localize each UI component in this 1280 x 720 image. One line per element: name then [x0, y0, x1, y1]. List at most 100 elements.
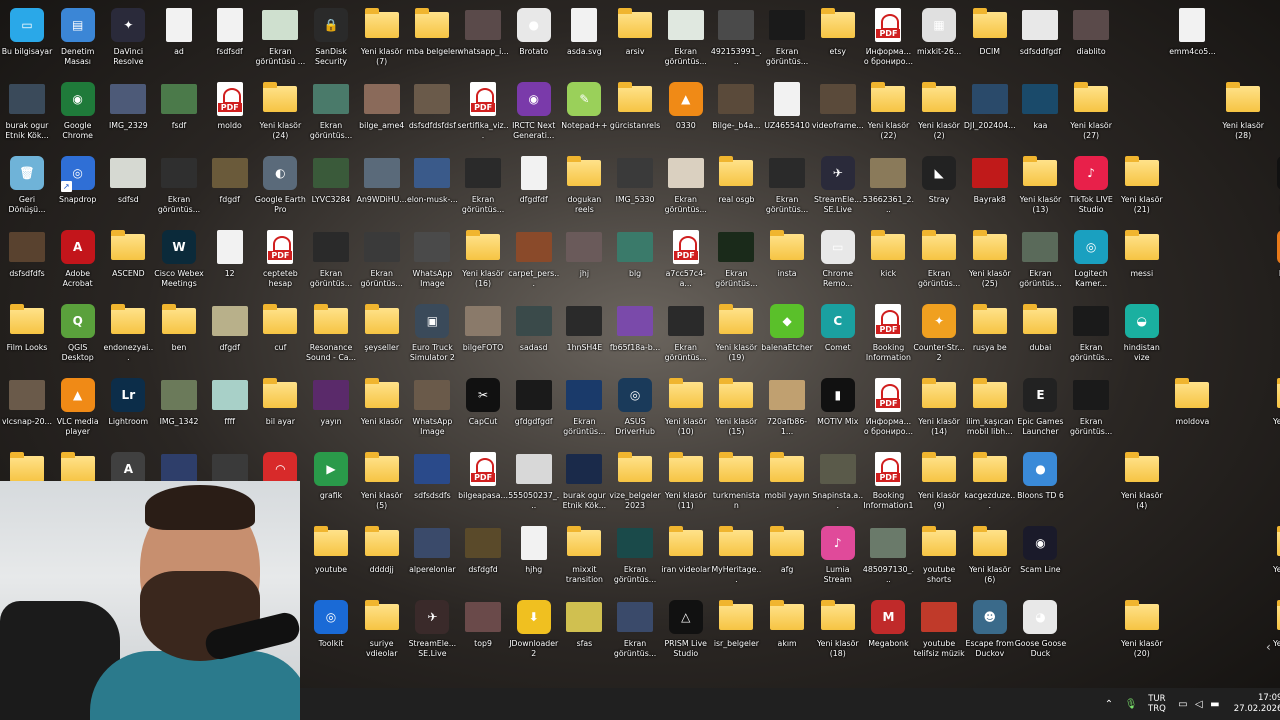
desktop-icon[interactable]: PDF bilgeapasa...: [458, 448, 508, 522]
battery-icon[interactable]: ▬: [1208, 697, 1222, 711]
volume-icon[interactable]: ◁: [1192, 697, 1206, 711]
desktop-icon[interactable]: C Comet: [813, 300, 863, 374]
desktop-icon[interactable]: dsfdgfd: [458, 522, 508, 596]
desktop-icon[interactable]: kick: [863, 226, 913, 300]
desktop-icon[interactable]: Yeni klasör (21): [1117, 152, 1167, 226]
desktop-icon[interactable]: dsfsdfdsfdsf: [407, 78, 457, 152]
desktop-icon[interactable]: Yeni klasör (25): [965, 226, 1015, 300]
desktop-icon[interactable]: W Cisco Webex Meetings: [154, 226, 204, 300]
desktop-icon[interactable]: real osgb: [711, 152, 761, 226]
desktop-icon[interactable]: bil ayar: [255, 374, 305, 448]
desktop-icon[interactable]: ◎ Toolkit: [306, 596, 356, 670]
desktop-icon[interactable]: dogukan reels: [559, 152, 609, 226]
desktop-icon[interactable]: 🗑 Geri Dönüşü...: [2, 152, 52, 226]
desktop-icon[interactable]: Ekran görüntüs...: [711, 226, 761, 300]
desktop-icon[interactable]: Yeni klasör (11): [661, 448, 711, 522]
desktop-icon[interactable]: ben: [154, 300, 204, 374]
desktop-icon[interactable]: ilim_kaşıcan mobil libh...: [965, 374, 1015, 448]
desktop-icon[interactable]: ◆ balenaEtcher: [761, 300, 813, 374]
desktop-icon[interactable]: DCIM: [965, 4, 1015, 78]
desktop-icon[interactable]: Ekran görüntüs...: [762, 152, 812, 226]
desktop-icon[interactable]: PDF a7cc57c4-a...: [661, 226, 711, 300]
desktop-icon[interactable]: PDF Booking Information1: [863, 448, 913, 522]
desktop-icon[interactable]: DJI_202404...: [964, 78, 1016, 152]
desktop-icon[interactable]: 485097130_...: [863, 522, 914, 596]
desktop-icon[interactable]: ● Bloons TD 6: [1015, 448, 1065, 522]
desktop-icon[interactable]: burak ogur Etnik Kök...: [2, 78, 52, 152]
desktop-icon[interactable]: şeyseller: [357, 300, 407, 374]
desktop-icon[interactable]: sfas: [559, 596, 609, 670]
desktop-icon[interactable]: mba belgeler: [407, 4, 458, 78]
desktop-icon[interactable]: asda.svg: [559, 4, 609, 78]
desktop-icon[interactable]: Ekran görüntüs...: [559, 374, 609, 448]
desktop-icon[interactable]: sdfsd: [103, 152, 153, 226]
desktop-icon[interactable]: Yeni klasör (12): [1269, 374, 1280, 448]
desktop-icon[interactable]: ✈ StreamEle... SE.Live: [813, 152, 863, 226]
desktop-icon[interactable]: 555050237_...: [508, 448, 559, 522]
desktop-icon[interactable]: Yeni klasör (24): [255, 78, 305, 152]
desktop-icon[interactable]: Yeni klasör (5): [357, 448, 407, 522]
desktop-icon[interactable]: Ekran görüntüs...: [306, 226, 356, 300]
desktop-icon[interactable]: Snapinsta.a...: [812, 448, 863, 522]
desktop-icon[interactable]: ◉ blender: [1269, 226, 1280, 300]
desktop-icon[interactable]: 53662361_2...: [863, 152, 914, 226]
desktop-icon[interactable]: dsfsdfdfs: [2, 226, 52, 300]
desktop-icon[interactable]: mobil yayın: [762, 448, 812, 522]
desktop-icon[interactable]: burak ogur Etnik Kök...: [559, 448, 609, 522]
desktop-icon[interactable]: dfgdfdf: [509, 152, 559, 226]
desktop-icon[interactable]: ffff: [205, 374, 255, 448]
desktop-icon[interactable]: hjhg: [509, 522, 559, 596]
desktop-icon[interactable]: An9WDiHU...: [357, 152, 407, 226]
desktop-icon[interactable]: insta: [762, 226, 812, 300]
desktop-icon[interactable]: ✂ CapCut: [458, 374, 508, 448]
desktop-icon[interactable]: Q QGIS Desktop 3.16.0: [53, 300, 103, 374]
desktop-icon[interactable]: top9: [458, 596, 508, 670]
desktop-icon[interactable]: ▦ mixkit-26...: [914, 4, 964, 78]
desktop-icon[interactable]: Yeni klasör (4): [1117, 448, 1167, 522]
desktop-icon[interactable]: carpet_pers...: [508, 226, 559, 300]
desktop-icon[interactable]: messi: [1117, 226, 1167, 300]
desktop-icon[interactable]: ◒ hindistan vize: [1117, 300, 1167, 374]
desktop-icon[interactable]: Ekran görüntüs...: [1066, 374, 1116, 448]
desktop-icon[interactable]: Bilge-_b4a...: [711, 78, 761, 152]
desktop-icon[interactable]: dubai: [1015, 300, 1065, 374]
desktop-icon[interactable]: Ekran görüntüs...: [661, 300, 711, 374]
desktop-icon[interactable]: Yeni klasör (18): [813, 596, 863, 670]
desktop-icon[interactable]: ▭ Bu bilgisayar: [2, 4, 52, 78]
desktop-icon[interactable]: fsdfsdf: [205, 4, 255, 78]
desktop-icon[interactable]: Ekran görüntüs...: [1015, 226, 1065, 300]
desktop-icon[interactable]: MyHeritage...: [711, 522, 761, 596]
desktop-icon[interactable]: Ekran görüntüs...: [914, 226, 964, 300]
desktop-icon[interactable]: ◎ Logitech Kamer...: [1066, 226, 1116, 300]
desktop-icon[interactable]: mixxit transition: [559, 522, 609, 596]
desktop-icon[interactable]: IMG_5330: [610, 152, 660, 226]
desktop-icon[interactable]: vlcsnap-20...: [2, 374, 52, 448]
desktop-icon[interactable]: gfdgdfgdf: [509, 374, 559, 448]
desktop-icon[interactable]: Yeni klasör (6): [965, 522, 1015, 596]
desktop-icon[interactable]: afg: [762, 522, 812, 596]
desktop-icon[interactable]: WhatsApp Image 2024...: [407, 226, 457, 300]
desktop-icon[interactable]: sdfsdsdfs: [407, 448, 457, 522]
desktop-icon[interactable]: yayın: [306, 374, 356, 448]
desktop-icon[interactable]: ✦ DaVinci Resolve: [103, 4, 153, 78]
desktop-icon[interactable]: videoframe...: [812, 78, 864, 152]
desktop-icon[interactable]: Yeni klasör (27): [1066, 78, 1116, 152]
desktop-icon[interactable]: ▭ Chrome Remo...: [813, 226, 863, 300]
desktop-icon[interactable]: 720afb86-1...: [762, 374, 812, 448]
desktop-icon[interactable]: Yeni klasör (15): [711, 374, 761, 448]
desktop-icon[interactable]: ♪ Lumia Stream: [813, 522, 863, 596]
desktop-icon[interactable]: arsiv: [610, 4, 660, 78]
desktop-icon[interactable]: PDF Информа... о брониро...: [863, 374, 913, 448]
desktop-icon[interactable]: U Unreal Engine: [1269, 152, 1280, 226]
desktop-icon[interactable]: Yeni klasör (13): [1015, 152, 1065, 226]
desktop-icon[interactable]: ◉ Google Chrome: [53, 78, 103, 152]
desktop-icon[interactable]: emm4co5...: [1167, 4, 1217, 78]
desktop-icon[interactable]: youtube telifsiz müzik: [914, 596, 965, 670]
desktop-icon[interactable]: Yeni klasör (2): [914, 78, 964, 152]
desktop-icon[interactable]: ddddjj: [357, 522, 407, 596]
desktop-icon[interactable]: fsdf: [154, 78, 204, 152]
desktop-icon[interactable]: ASCEND: [103, 226, 153, 300]
clock[interactable]: 17:09 27.02.2026: [1234, 693, 1280, 715]
desktop-icon[interactable]: whatsapp_i...: [457, 4, 509, 78]
desktop-icon[interactable]: ◣ Stray: [914, 152, 964, 226]
